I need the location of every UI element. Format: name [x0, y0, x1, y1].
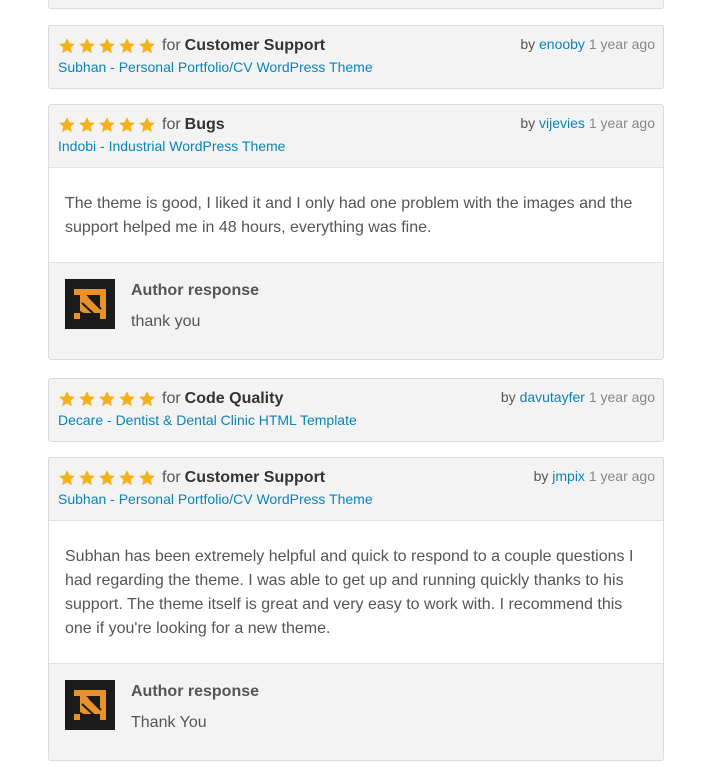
review-header: for Bugs Indobi - Industrial WordPress T…	[49, 105, 663, 167]
author-logo-icon	[65, 680, 115, 730]
reviewer-link[interactable]: enooby	[539, 36, 585, 52]
review-time: 1 year ago	[588, 115, 655, 131]
reviewer-link[interactable]: jmpix	[552, 468, 585, 484]
review-byline: by enooby 1 year ago	[520, 36, 655, 52]
previous-review-card-edge	[48, 0, 664, 9]
for-label: for	[162, 390, 181, 407]
review-category: Customer Support	[184, 37, 326, 54]
by-label: by	[533, 468, 549, 484]
by-label: by	[520, 36, 536, 52]
star-icon	[79, 38, 95, 54]
star-rating	[58, 37, 156, 55]
star-rating	[58, 116, 156, 134]
review-text: Subhan has been extremely helpful and qu…	[49, 520, 663, 664]
star-icon	[59, 117, 75, 133]
by-label: by	[520, 115, 536, 131]
author-response: Author response Thank You	[49, 664, 663, 760]
item-link[interactable]: Subhan - Personal Portfolio/CV WordPress…	[58, 59, 654, 75]
review-time: 1 year ago	[588, 468, 655, 484]
response-message: Thank You	[131, 714, 207, 731]
item-link[interactable]: Decare - Dentist & Dental Clinic HTML Te…	[58, 412, 654, 428]
response-content: Author response thank you	[131, 280, 647, 332]
reviewer-link[interactable]: vijevies	[539, 115, 585, 131]
review-card: for Customer Support Subhan - Personal P…	[48, 457, 664, 761]
review-text: The theme is good, I liked it and I only…	[49, 167, 663, 263]
review-category: Code Quality	[184, 390, 284, 407]
star-icon	[119, 470, 135, 486]
star-icon	[119, 391, 135, 407]
star-icon	[99, 117, 115, 133]
for-label: for	[162, 469, 181, 486]
star-icon	[99, 38, 115, 54]
star-rating	[58, 390, 156, 408]
review-byline: by vijevies 1 year ago	[520, 115, 655, 131]
review-header: for Code Quality Decare - Dentist & Dent…	[49, 379, 663, 441]
review-category: Bugs	[184, 116, 225, 133]
response-title: Author response	[131, 683, 260, 700]
response-content: Author response Thank You	[131, 681, 647, 733]
star-rating	[58, 469, 156, 487]
review-category: Customer Support	[184, 469, 326, 486]
by-label: by	[500, 389, 516, 405]
star-icon	[79, 391, 95, 407]
review-header: for Customer Support Subhan - Personal P…	[49, 26, 663, 88]
review-card: for Bugs Indobi - Industrial WordPress T…	[48, 104, 664, 360]
review-byline: by davutayfer 1 year ago	[501, 389, 655, 405]
response-message: thank you	[131, 313, 201, 330]
review-card: for Customer Support Subhan - Personal P…	[48, 25, 664, 89]
star-icon	[119, 38, 135, 54]
star-icon	[99, 470, 115, 486]
review-header: for Customer Support Subhan - Personal P…	[49, 458, 663, 520]
author-logo-graphic	[74, 690, 106, 720]
review-time: 1 year ago	[588, 36, 655, 52]
star-icon	[59, 470, 75, 486]
star-icon	[119, 117, 135, 133]
author-response: Author response thank you	[49, 263, 663, 359]
star-icon	[139, 391, 155, 407]
star-icon	[139, 38, 155, 54]
star-icon	[59, 38, 75, 54]
star-icon	[59, 391, 75, 407]
for-label: for	[162, 37, 181, 54]
review-byline: by jmpix 1 year ago	[534, 468, 655, 484]
reviewer-link[interactable]: davutayfer	[520, 389, 585, 405]
author-logo-graphic	[74, 289, 106, 319]
review-card: for Code Quality Decare - Dentist & Dent…	[48, 378, 664, 442]
response-title: Author response	[131, 282, 260, 299]
star-icon	[139, 117, 155, 133]
star-icon	[139, 470, 155, 486]
star-icon	[99, 391, 115, 407]
item-link[interactable]: Indobi - Industrial WordPress Theme	[58, 138, 654, 154]
star-icon	[79, 470, 95, 486]
author-logo-icon	[65, 279, 115, 329]
item-link[interactable]: Subhan - Personal Portfolio/CV WordPress…	[58, 491, 654, 507]
star-icon	[79, 117, 95, 133]
for-label: for	[162, 116, 181, 133]
review-time: 1 year ago	[588, 389, 655, 405]
